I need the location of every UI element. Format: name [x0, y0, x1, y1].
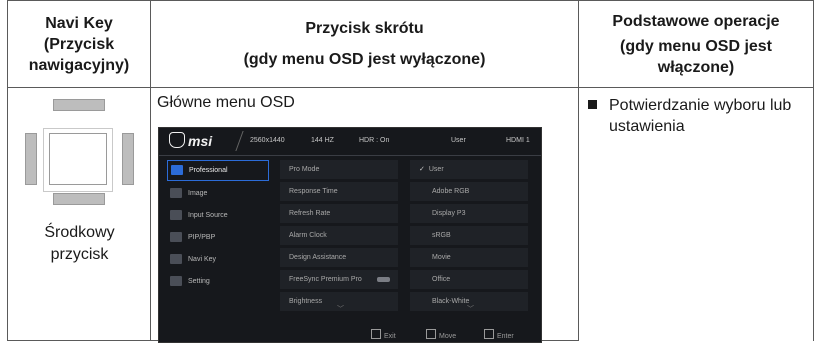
- mode-item-user[interactable]: ✓ User: [410, 160, 528, 179]
- item-label: Pro Mode: [289, 166, 320, 173]
- item-label: Design Assistance: [289, 254, 347, 261]
- shield-icon: [169, 132, 185, 148]
- sidebar-item-navi-key[interactable]: Navi Key: [167, 250, 269, 269]
- osd-main-menu: msi 2560x1440 144 HZ HDR : On User HDMI …: [158, 127, 542, 343]
- sidebar-label: PIP/PBP: [188, 234, 216, 241]
- navi-right-key: [122, 133, 134, 185]
- hdr-info: HDR : On: [359, 137, 390, 144]
- image-icon: [170, 188, 182, 198]
- chevron-down-icon: ﹀: [337, 306, 344, 313]
- header-navi-key: Navi Key (Przycisk nawigacyjny): [7, 0, 151, 88]
- menu-item-freesync[interactable]: FreeSync Premium Pro: [280, 270, 398, 289]
- sidebar-label: Navi Key: [188, 256, 217, 263]
- divider: [225, 131, 244, 151]
- header-text: włączone): [657, 58, 735, 76]
- header-basic-operations: Podstawowe operacje (gdy menu OSD jest w…: [578, 0, 814, 88]
- osd-right-column: ✓ User Adobe RGB Display P3 sRGB Movie Of…: [410, 160, 528, 314]
- check-icon: ✓: [419, 166, 425, 173]
- move-hint: Move: [426, 329, 456, 340]
- chevron-down-icon: ﹀: [467, 306, 474, 313]
- sidebar-item-image[interactable]: Image: [167, 184, 269, 203]
- navi-key-icon: [484, 329, 494, 339]
- hint-label: Exit: [384, 333, 396, 340]
- osd-top-bar: msi 2560x1440 144 HZ HDR : On User HDMI …: [159, 128, 541, 156]
- item-label: Display P3: [432, 210, 466, 217]
- navi-key-icon: [371, 329, 381, 339]
- refresh-info: 144 HZ: [311, 137, 334, 144]
- menu-item-design-assistance[interactable]: Design Assistance: [280, 248, 398, 267]
- mode-item-movie[interactable]: Movie: [410, 248, 528, 267]
- msi-logo: msi: [169, 132, 212, 149]
- item-label: Adobe RGB: [432, 188, 470, 195]
- label-line: Środkowy: [44, 224, 115, 241]
- sidebar-item-pip-pbp[interactable]: PIP/PBP: [167, 228, 269, 247]
- item-label: User: [428, 166, 444, 173]
- navi-down-key: [53, 193, 105, 205]
- item-label: Refresh Rate: [289, 210, 331, 217]
- navi-key-icon: [426, 329, 436, 339]
- pip-pbp-icon: [170, 232, 182, 242]
- navi-up-key: [53, 99, 105, 111]
- sidebar-label: Image: [188, 190, 208, 197]
- menu-item-alarm-clock[interactable]: Alarm Clock: [280, 226, 398, 245]
- menu-item-response-time[interactable]: Response Time: [280, 182, 398, 201]
- item-label: Response Time: [289, 188, 338, 195]
- input-source-icon: [170, 210, 182, 220]
- bullet-icon: [588, 100, 597, 109]
- resolution-info: 2560x1440: [250, 137, 285, 144]
- hint-label: Enter: [497, 333, 514, 340]
- input-info: HDMI 1: [506, 137, 530, 144]
- item-label: FreeSync Premium Pro: [289, 276, 362, 283]
- item-label: Brightness: [289, 298, 323, 305]
- sidebar-label: Professional: [189, 167, 228, 174]
- header-text: nawigacyjny): [28, 56, 130, 74]
- label-line: przycisk: [50, 246, 109, 263]
- item-label: Movie: [432, 254, 451, 261]
- header-text: (Przycisk: [43, 35, 115, 53]
- navi-key-icon: [170, 254, 182, 264]
- item-label: Office: [432, 276, 451, 283]
- profile-info: User: [451, 137, 466, 144]
- sidebar-label: Setting: [188, 278, 210, 285]
- enter-hint: Enter: [484, 329, 514, 340]
- mode-item-display-p3[interactable]: Display P3: [410, 204, 528, 223]
- sidebar-label: Input Source: [188, 212, 228, 219]
- header-text: Podstawowe operacje: [612, 12, 780, 30]
- navi-center-label: Środkowy przycisk: [8, 222, 151, 266]
- menu-item-refresh-rate[interactable]: Refresh Rate: [280, 204, 398, 223]
- sidebar-item-setting[interactable]: Setting: [167, 272, 269, 291]
- operation-item: Potwierdzanie wyboru lub ustawienia: [584, 95, 813, 137]
- header-text: Przycisk skrótu: [305, 20, 424, 37]
- professional-icon: [171, 165, 183, 175]
- menu-title: Główne menu OSD: [157, 94, 295, 111]
- freesync-toggle[interactable]: [377, 277, 390, 282]
- sidebar-item-professional[interactable]: Professional: [167, 160, 269, 181]
- navi-key-diagram: Środkowy przycisk: [8, 88, 150, 340]
- mode-item-adobe-rgb[interactable]: Adobe RGB: [410, 182, 528, 201]
- operation-cell: Potwierdzanie wyboru lub ustawienia: [578, 87, 814, 341]
- header-text: Navi Key: [45, 14, 113, 32]
- item-label: Black-White: [432, 298, 470, 305]
- mode-item-office[interactable]: Office: [410, 270, 528, 289]
- sidebar-item-input-source[interactable]: Input Source: [167, 206, 269, 225]
- navi-left-key: [25, 133, 37, 185]
- operation-text: Potwierdzanie wyboru lub ustawienia: [609, 97, 792, 135]
- navi-center-key: [49, 133, 107, 185]
- item-label: sRGB: [432, 232, 451, 239]
- setting-icon: [170, 276, 182, 286]
- osd-sidebar: Professional Image Input Source PIP/PBP …: [167, 160, 269, 294]
- header-shortcut: Przycisk skrótu (gdy menu OSD jest wyłąc…: [150, 0, 579, 88]
- menu-item-pro-mode[interactable]: Pro Mode: [280, 160, 398, 179]
- osd-bottom-bar: Exit Move Enter: [159, 324, 541, 342]
- mode-item-srgb[interactable]: sRGB: [410, 226, 528, 245]
- header-text: (gdy menu OSD jest wyłączone): [243, 51, 486, 68]
- header-text: (gdy menu OSD jest: [619, 37, 773, 55]
- item-label: Alarm Clock: [289, 232, 327, 239]
- navi-key-cell: Środkowy przycisk: [7, 87, 151, 341]
- exit-hint: Exit: [371, 329, 396, 340]
- logo-text: msi: [188, 133, 213, 149]
- osd-middle-column: Pro Mode Response Time Refresh Rate Alar…: [280, 160, 398, 314]
- hint-label: Move: [439, 333, 457, 340]
